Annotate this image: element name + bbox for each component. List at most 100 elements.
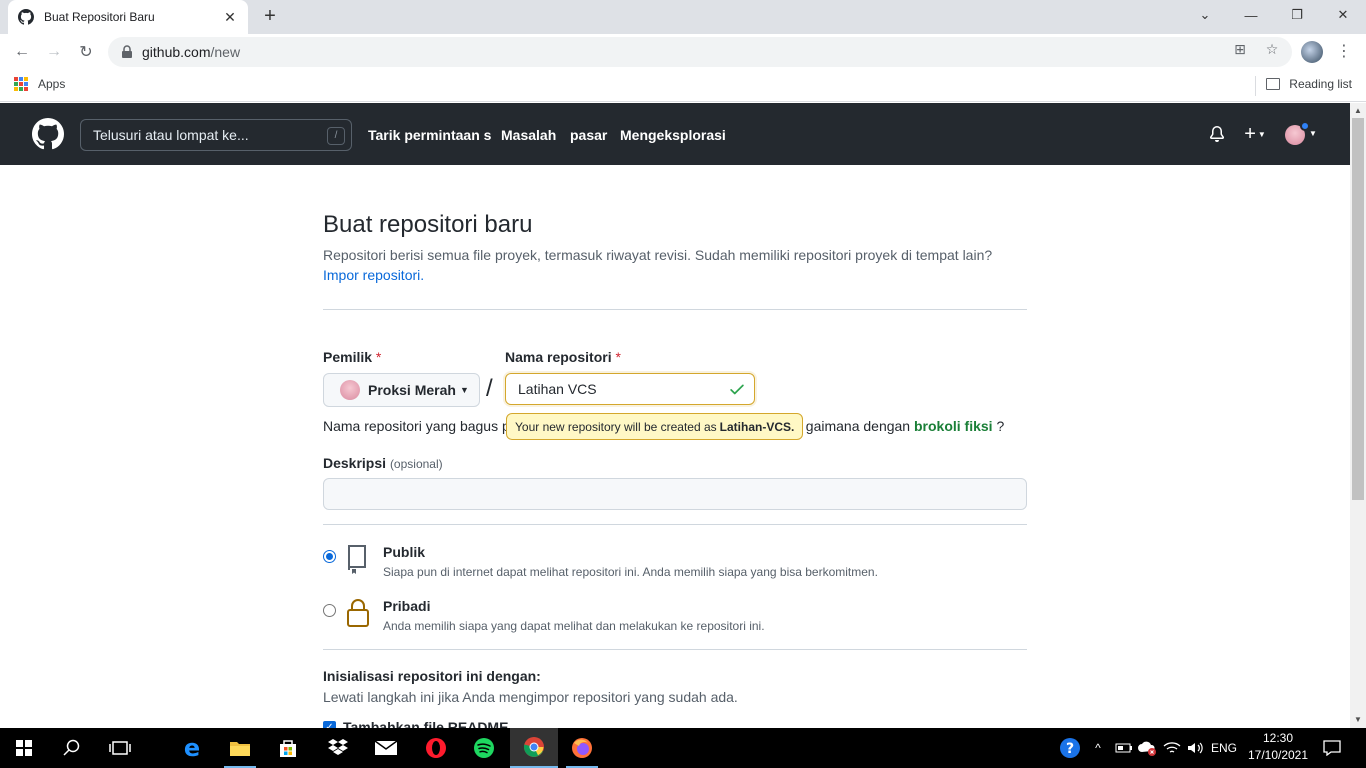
notification-center-icon[interactable] [1318, 728, 1346, 768]
divider [323, 649, 1027, 650]
search-shortcut-key: / [327, 127, 345, 145]
help-icon[interactable]: ? [1056, 728, 1084, 768]
onedrive-error-icon[interactable] [1136, 728, 1160, 768]
browser-tab[interactable]: Buat Repositori Baru ✕ [8, 0, 248, 34]
task-view-icon[interactable] [96, 728, 144, 768]
repo-name-tooltip: Your new repository will be created as La… [506, 413, 804, 440]
apps-grid-icon [14, 77, 28, 91]
reading-list-button[interactable]: Reading list [1266, 77, 1352, 91]
mail-icon[interactable] [362, 728, 410, 768]
browser-toolbar: ← → ↻ github.com/new ⊞ ☆ ⋮ [0, 34, 1366, 70]
tooltip-repo-name: Latihan-VCS. [719, 419, 795, 434]
create-new-dropdown[interactable]: + ▼ [1240, 123, 1270, 145]
translate-icon[interactable]: ⊞ [1226, 34, 1254, 64]
page-title: Buat repositori baru [323, 211, 533, 238]
owner-label: Pemilik * [323, 349, 381, 365]
tray-chevron-up-icon[interactable]: ^ [1088, 728, 1108, 768]
browser-menu-icon[interactable]: ⋮ [1336, 40, 1352, 64]
lock-icon [347, 599, 369, 627]
readme-checkbox[interactable]: ✓ [323, 720, 336, 728]
close-window-button[interactable]: ✕ [1320, 0, 1366, 30]
url-host: github.com [142, 44, 211, 60]
import-repository-link[interactable]: Impor repositori. [323, 267, 424, 283]
help-end: ? [996, 418, 1005, 434]
windows-start-button[interactable] [0, 728, 48, 768]
forward-button[interactable]: → [40, 39, 68, 65]
minimize-button[interactable]: — [1228, 0, 1274, 30]
visibility-public-option[interactable]: Publik Siapa pun di internet dapat melih… [323, 544, 1027, 584]
chevron-down-icon: ▼ [1257, 129, 1266, 139]
description-label: Deskripsi (opsional) [323, 455, 443, 471]
github-search-input[interactable]: Telusuri atau lompat ke... / [80, 119, 352, 151]
repo-label-text: Nama repositori [505, 349, 612, 365]
address-bar[interactable]: github.com/new [108, 37, 1292, 67]
clock-date: 17/10/2021 [1247, 748, 1309, 762]
chrome-icon[interactable] [510, 728, 558, 768]
divider [323, 524, 1027, 525]
spotify-icon[interactable] [460, 728, 508, 768]
profile-avatar[interactable] [1301, 41, 1323, 63]
edge-browser-icon[interactable]: e [168, 728, 216, 768]
nav-pull-requests[interactable]: Tarik permintaan s [368, 127, 491, 143]
nav-explore[interactable]: Mengeksplorasi [620, 127, 726, 143]
reload-button[interactable]: ↻ [72, 39, 100, 65]
scroll-up-icon[interactable]: ▲ [1350, 103, 1366, 118]
init-section-title: Inisialisasi repositori ini dengan: [323, 668, 541, 684]
nav-issues[interactable]: Masalah [501, 127, 556, 143]
browser-tab-strip: Buat Repositori Baru ✕ + ⌄ — ❐ ✕ [0, 0, 1366, 34]
battery-icon[interactable] [1112, 728, 1136, 768]
restore-button[interactable]: ❐ [1274, 0, 1320, 30]
optional-tag: (opsional) [389, 457, 443, 471]
nav-marketplace[interactable]: pasar [570, 127, 607, 143]
scrollbar-thumb[interactable] [1352, 118, 1364, 500]
reading-list-icon [1266, 78, 1281, 90]
windows-logo-icon [16, 740, 32, 756]
visibility-private-option[interactable]: Pribadi Anda memilih siapa yang dapat me… [323, 598, 1027, 638]
new-tab-button[interactable]: + [260, 6, 280, 26]
microsoft-store-icon[interactable] [264, 728, 312, 768]
scroll-down-icon[interactable]: ▼ [1350, 712, 1366, 727]
svg-text:?: ? [1066, 741, 1074, 757]
tab-search-icon[interactable]: ⌄ [1182, 0, 1228, 30]
description-input[interactable] [323, 478, 1027, 510]
tooltip-text: Your new repository will be created as [515, 419, 717, 434]
required-mark: * [615, 349, 621, 365]
github-logo-icon[interactable] [32, 118, 64, 150]
dropbox-icon[interactable] [314, 728, 362, 768]
divider [323, 309, 1027, 310]
volume-icon[interactable] [1184, 728, 1208, 768]
public-title: Publik [383, 544, 426, 560]
bookmark-star-icon[interactable]: ☆ [1258, 34, 1286, 64]
init-section-subtitle: Lewati langkah ini jika Anda mengimpor r… [323, 689, 738, 705]
opera-icon[interactable] [412, 728, 460, 768]
reading-list-label: Reading list [1289, 77, 1352, 91]
tab-title: Buat Repositori Baru [44, 10, 155, 24]
bookmarks-divider [1255, 76, 1256, 96]
owner-dropdown[interactable]: Proksi Merah ▼ [323, 373, 480, 407]
search-icon[interactable] [48, 728, 96, 768]
tab-close-icon[interactable]: ✕ [222, 9, 238, 25]
page-subtitle: Repositori berisi semua file proyek, ter… [323, 245, 1027, 285]
repository-name-input[interactable]: Latihan VCS [505, 373, 755, 405]
subtitle-text: Repositori berisi semua file proyek, ter… [323, 247, 993, 263]
private-radio[interactable] [323, 604, 336, 617]
owner-value: Proksi Merah [368, 382, 456, 398]
owner-repo-separator: / [486, 375, 493, 402]
notifications-bell-icon[interactable] [1207, 124, 1227, 144]
readme-label: Tambahkan file README [343, 719, 509, 728]
firefox-icon[interactable] [558, 728, 606, 768]
github-header: Telusuri atau lompat ke... / Tarik permi… [0, 103, 1350, 165]
url-path: /new [210, 44, 241, 60]
public-radio[interactable] [323, 550, 336, 563]
required-mark: * [375, 349, 382, 365]
system-clock[interactable]: 12:30 17/10/2021 [1246, 730, 1310, 766]
apps-label: Apps [38, 77, 66, 91]
wifi-icon[interactable] [1160, 728, 1184, 768]
back-button[interactable]: ← [8, 39, 36, 65]
language-indicator[interactable]: ENG [1208, 728, 1240, 768]
suggested-name-link[interactable]: brokoli fiksi [914, 418, 993, 434]
add-readme-option[interactable]: ✓ Tambahkan file README [323, 719, 508, 728]
file-explorer-icon[interactable] [216, 728, 264, 768]
windows-taskbar: e ? ^ ENG 12:30 17/10/2021 [0, 728, 1366, 768]
apps-shortcut[interactable]: Apps [14, 77, 65, 91]
